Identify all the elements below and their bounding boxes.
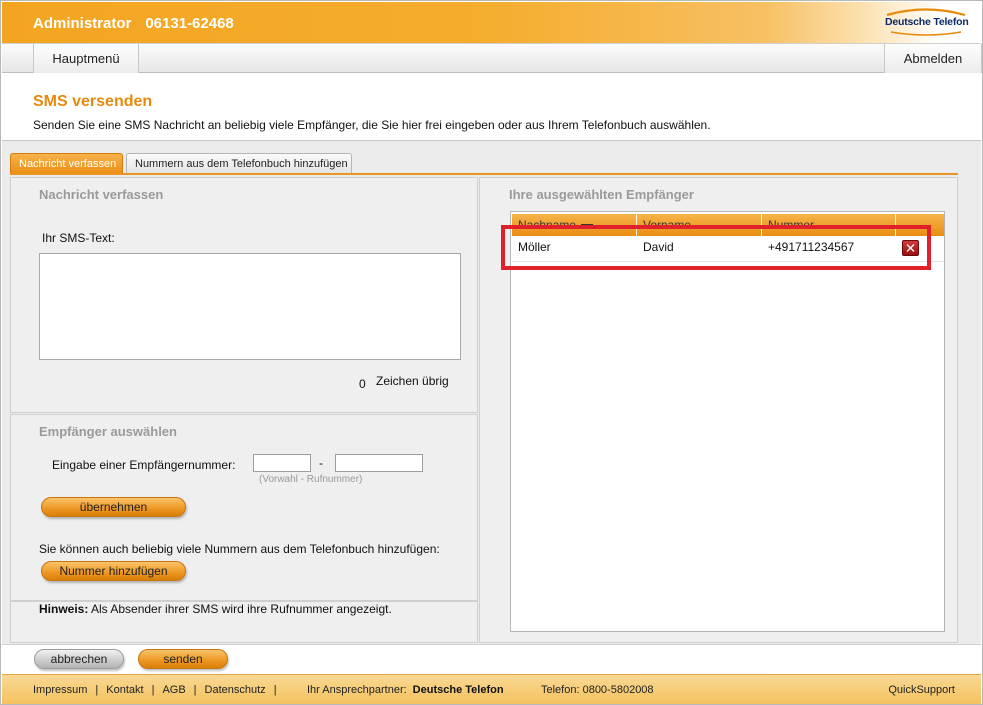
page-description: Senden Sie eine SMS Nachricht an beliebi… bbox=[33, 118, 711, 132]
tab-underline bbox=[10, 173, 958, 175]
phonebook-hint: Sie können auch beliebig viele Nummern a… bbox=[39, 542, 440, 556]
page-title: SMS versenden bbox=[33, 93, 153, 110]
number-format-hint: (Vorwahl - Rufnummer) bbox=[259, 474, 363, 485]
footer-link-agb[interactable]: AGB bbox=[162, 684, 185, 696]
nav-bar: Hauptmenü Abmelden bbox=[2, 43, 982, 73]
sms-text-label: Ihr SMS-Text: bbox=[42, 231, 115, 245]
logout-button[interactable]: Abmelden bbox=[884, 44, 982, 73]
footer-link-datenschutz[interactable]: Datenschutz bbox=[205, 684, 266, 696]
send-button[interactable]: senden bbox=[138, 649, 228, 669]
footer-link-impressum[interactable]: Impressum bbox=[33, 684, 87, 696]
footer: Impressum | Kontakt | AGB | Datenschutz | Ihr A… bbox=[2, 674, 981, 704]
footer-separator: | bbox=[95, 684, 99, 696]
action-bar: abbrechen senden bbox=[2, 644, 981, 674]
footer-separator: | bbox=[273, 684, 277, 696]
footer-contact: Ihr Ansprechpartner: Deutsche Telefon bbox=[307, 684, 504, 696]
hint-label: Hinweis: bbox=[39, 602, 89, 616]
recipients-table: Nachname Vorname Nummer Möller David +49… bbox=[510, 211, 945, 632]
phone-number-input[interactable] bbox=[335, 454, 423, 472]
recipient-title: Empfänger auswählen bbox=[39, 424, 177, 439]
footer-separator: | bbox=[151, 684, 155, 696]
recipient-panel: Empfänger auswählen Eingabe einer Empfän… bbox=[10, 414, 478, 601]
footer-phone: Telefon: 0800-5802008 bbox=[541, 684, 654, 696]
quicksupport-link[interactable]: QuickSupport bbox=[888, 684, 955, 696]
apply-button[interactable]: übernehmen bbox=[41, 497, 186, 517]
area-code-input[interactable] bbox=[253, 454, 311, 472]
number-dash: - bbox=[319, 456, 323, 470]
chars-left-count: 0 bbox=[359, 377, 366, 391]
sms-text-input[interactable] bbox=[39, 253, 461, 360]
sender-hint: Hinweis: Als Absender ihrer SMS wird ihr… bbox=[39, 602, 392, 616]
compose-title: Nachricht verfassen bbox=[39, 187, 164, 202]
compose-panel: Nachricht verfassen Ihr SMS-Text: 0 Zeic… bbox=[10, 177, 478, 413]
header-phone: 06131-62468 bbox=[145, 15, 234, 32]
selected-recipients-title: Ihre ausgewählten Empfänger bbox=[509, 187, 694, 202]
footer-links: Impressum | Kontakt | AGB | Datenschutz | bbox=[33, 684, 285, 696]
header-user: Administrator bbox=[33, 15, 132, 32]
hint-text: Als Absender ihrer SMS wird ihre Rufnumm… bbox=[91, 602, 392, 616]
footer-separator: | bbox=[193, 684, 197, 696]
hint-panel: Hinweis: Als Absender ihrer SMS wird ihr… bbox=[10, 601, 478, 643]
contact-name: Deutsche Telefon bbox=[412, 684, 504, 696]
brand-logo: Deutsche Telefon bbox=[881, 6, 971, 36]
header-bar: Administrator 06131-62468 Deutsche Telefo… bbox=[2, 2, 981, 43]
contact-label: Ihr Ansprechpartner: bbox=[307, 684, 407, 696]
tab-compose-message[interactable]: Nachricht verfassen bbox=[10, 153, 123, 174]
header-account: Administrator 06131-62468 bbox=[33, 15, 234, 32]
cancel-button[interactable]: abbrechen bbox=[34, 649, 124, 669]
recipient-number-label: Eingabe einer Empfängernummer: bbox=[52, 458, 236, 472]
tab-add-from-phonebook[interactable]: Nummern aus dem Telefonbuch hinzufügen bbox=[126, 153, 352, 174]
logo-text: Deutsche Telefon bbox=[885, 16, 969, 28]
app-window: Administrator 06131-62468 Deutsche Telefo… bbox=[0, 0, 983, 705]
footer-link-kontakt[interactable]: Kontakt bbox=[106, 684, 143, 696]
highlight-box bbox=[501, 225, 931, 270]
main-menu-button[interactable]: Hauptmenü bbox=[33, 44, 139, 73]
chars-left-label: Zeichen übrig bbox=[376, 374, 449, 388]
add-number-button[interactable]: Nummer hinzufügen bbox=[41, 561, 186, 581]
